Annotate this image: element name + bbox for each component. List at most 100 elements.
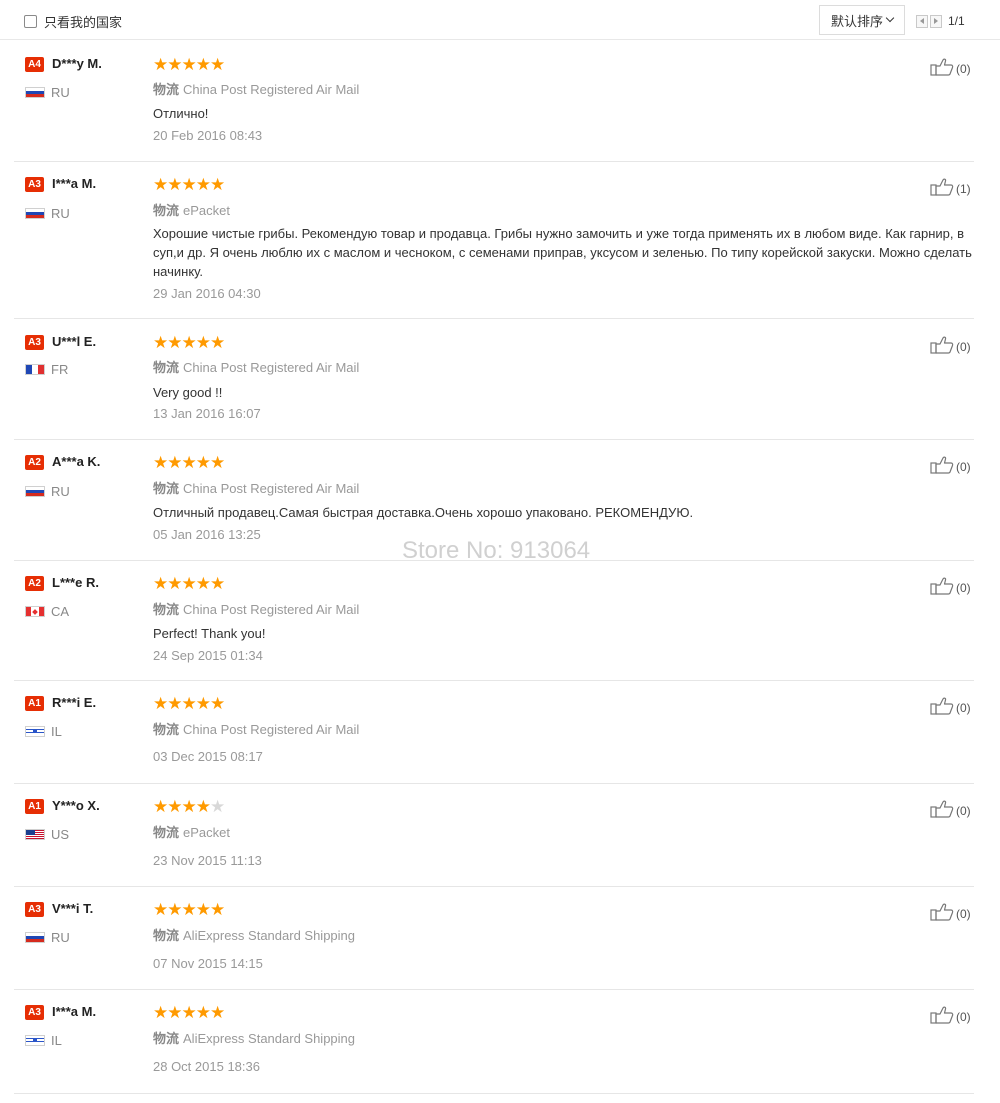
star-icon: ★ <box>181 175 197 194</box>
star-icon: ★ <box>195 1003 211 1022</box>
star-icon: ★ <box>210 694 225 713</box>
country-flag-icon <box>25 829 45 840</box>
star-icon: ★ <box>167 453 182 472</box>
buyer-level-badge: A2 <box>25 576 44 591</box>
country-flag-icon <box>25 364 45 375</box>
feedback-text: Perfect! Thank you! <box>153 626 266 641</box>
buyer-level-badge: A1 <box>25 696 44 711</box>
helpful-count: (1) <box>956 181 971 196</box>
helpful-button[interactable]: (0) <box>930 577 971 598</box>
star-icon: ★ <box>195 574 211 593</box>
star-rating: ★★★★★ <box>153 453 225 472</box>
my-country-label: 只看我的国家 <box>44 15 123 30</box>
pagination: 1/1 <box>916 14 965 28</box>
star-icon: ★ <box>167 1003 182 1022</box>
star-icon: ★ <box>210 1003 225 1022</box>
star-icon: ★ <box>153 797 168 816</box>
star-icon: ★ <box>153 574 168 593</box>
divider <box>14 161 974 162</box>
star-rating: ★★★★★ <box>153 175 225 194</box>
star-icon: ★ <box>210 333 225 352</box>
helpful-button[interactable]: (0) <box>930 336 971 357</box>
star-icon: ★ <box>181 55 197 74</box>
thumbs-up-icon <box>930 178 954 199</box>
sort-label: 默认排序 <box>830 13 883 29</box>
buyer-level-badge: A2 <box>25 455 44 470</box>
review-date: 24 Sep 2015 01:34 <box>153 648 263 663</box>
sort-dropdown[interactable]: 默认排序 <box>819 5 905 35</box>
shipping-method: 物流 China Post Registered Air Mail <box>153 357 359 376</box>
buyer-level-badge: A4 <box>25 57 44 72</box>
helpful-button[interactable]: (0) <box>930 58 971 79</box>
divider <box>14 1093 974 1094</box>
star-icon: ★ <box>181 1003 197 1022</box>
shipping-method: 物流 China Post Registered Air Mail <box>153 719 359 738</box>
feedback-text: Very good !! <box>153 385 223 400</box>
review-date: 23 Nov 2015 11:13 <box>153 853 262 868</box>
helpful-button[interactable]: (0) <box>930 697 971 718</box>
star-icon: ★ <box>167 55 182 74</box>
shipping-value: AliExpress Standard Shipping <box>183 1031 356 1046</box>
star-icon: ★ <box>210 900 225 919</box>
review-date: 13 Jan 2016 16:07 <box>153 406 261 421</box>
review-date: 07 Nov 2015 14:15 <box>153 956 263 971</box>
thumbs-up-icon <box>930 58 954 79</box>
shipping-method: 物流 China Post Registered Air Mail <box>153 478 359 497</box>
shipping-value: China Post Registered Air Mail <box>183 602 360 617</box>
country-flag-icon <box>25 932 45 943</box>
helpful-button[interactable]: (0) <box>930 1006 971 1027</box>
star-rating: ★★★★★ <box>153 55 225 74</box>
star-icon: ★ <box>195 453 211 472</box>
my-country-checkbox[interactable] <box>24 15 37 28</box>
review-toolbar: 只看我的国家 默认排序 1/1 <box>0 0 1000 40</box>
helpful-button[interactable]: (0) <box>930 456 971 477</box>
star-rating: ★★★★★ <box>153 574 225 593</box>
star-icon: ★ <box>181 453 197 472</box>
helpful-count: (0) <box>956 803 971 818</box>
chevron-down-icon <box>885 13 895 23</box>
next-page-button[interactable] <box>930 14 942 28</box>
country-code: FR <box>51 362 69 377</box>
star-icon: ★ <box>167 694 182 713</box>
helpful-count: (0) <box>956 61 971 76</box>
shipping-key: 物流 <box>153 928 180 943</box>
helpful-count: (0) <box>956 459 971 474</box>
buyer-level-badge: A3 <box>25 902 44 917</box>
buyer-name: Y***o X. <box>52 798 100 813</box>
star-icon: ★ <box>195 55 211 74</box>
star-icon: ★ <box>210 797 225 816</box>
country-flag-icon <box>25 1035 45 1046</box>
arrow-right-icon <box>934 18 938 24</box>
divider <box>14 318 974 319</box>
thumbs-up-icon <box>930 697 954 718</box>
divider <box>14 886 974 887</box>
star-icon: ★ <box>210 55 225 74</box>
helpful-button[interactable]: (0) <box>930 903 971 924</box>
buyer-level-badge: A1 <box>25 799 44 814</box>
star-rating: ★★★★★ <box>153 1003 225 1022</box>
star-rating: ★★★★★ <box>153 694 225 713</box>
buyer-level-badge: A3 <box>25 335 44 350</box>
prev-page-button[interactable] <box>916 14 928 28</box>
shipping-value: ePacket <box>183 203 230 218</box>
star-icon: ★ <box>153 453 168 472</box>
star-icon: ★ <box>195 333 211 352</box>
arrow-left-icon <box>920 18 924 24</box>
buyer-name: L***e R. <box>52 575 99 590</box>
star-rating: ★★★★★ <box>153 900 225 919</box>
buyer-name: D***y M. <box>52 56 102 71</box>
star-icon: ★ <box>210 453 225 472</box>
star-icon: ★ <box>153 175 168 194</box>
star-icon: ★ <box>153 900 168 919</box>
country-code: US <box>51 827 70 842</box>
thumbs-up-icon <box>930 577 954 598</box>
star-icon: ★ <box>167 175 182 194</box>
thumbs-up-icon <box>930 1006 954 1027</box>
helpful-button[interactable]: (0) <box>930 800 971 821</box>
helpful-button[interactable]: (1) <box>930 178 971 199</box>
my-country-filter[interactable]: 只看我的国家 <box>24 12 122 31</box>
buyer-name: U***l E. <box>52 334 97 349</box>
buyer-level-badge: A3 <box>25 1005 44 1020</box>
divider <box>14 439 974 440</box>
country-code: CA <box>51 604 70 619</box>
